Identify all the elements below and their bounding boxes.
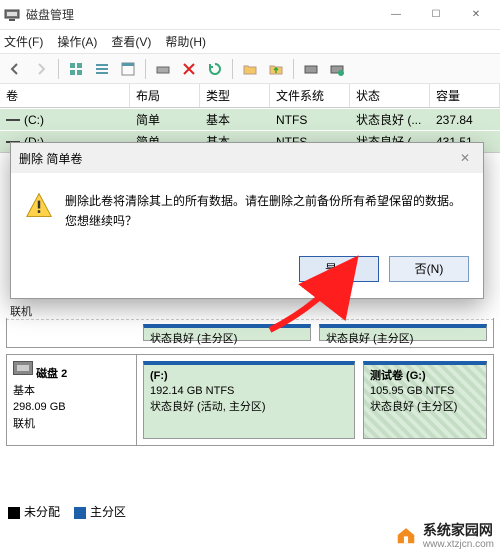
disk-row: 磁盘 2 基本 298.09 GB 联机 (F:) 192.14 GB NTFS… bbox=[6, 354, 494, 446]
partition-box[interactable]: 状态良好 (主分区) bbox=[143, 324, 311, 341]
maximize-button[interactable]: ☐ bbox=[416, 1, 456, 29]
warning-icon bbox=[25, 191, 53, 219]
properties-icon[interactable] bbox=[152, 58, 174, 80]
partition-box[interactable]: 状态良好 (主分区) bbox=[319, 324, 487, 341]
dialog-no-button[interactable]: 否(N) bbox=[389, 256, 469, 282]
col-layout[interactable]: 布局 bbox=[130, 84, 200, 107]
column-header-row: 卷 布局 类型 文件系统 状态 容量 bbox=[0, 84, 500, 108]
disk-icon[interactable] bbox=[300, 58, 322, 80]
partition-g[interactable]: 测试卷 (G:) 105.95 GB NTFS 状态良好 (主分区) bbox=[363, 361, 487, 439]
nav-forward-button[interactable] bbox=[30, 58, 52, 80]
dialog-title: 删除 简单卷 bbox=[19, 150, 82, 167]
window-title: 磁盘管理 bbox=[26, 6, 376, 23]
col-filesystem[interactable]: 文件系统 bbox=[270, 84, 350, 107]
volume-row[interactable]: (C:) 简单 基本 NTFS 状态良好 (... 237.84 bbox=[0, 108, 500, 130]
folder-icon[interactable] bbox=[239, 58, 261, 80]
hdd-icon bbox=[13, 361, 33, 375]
toolbar bbox=[0, 54, 500, 84]
col-type[interactable]: 类型 bbox=[200, 84, 270, 107]
col-status[interactable]: 状态 bbox=[350, 84, 430, 107]
delete-icon[interactable] bbox=[178, 58, 200, 80]
watermark-logo-icon bbox=[395, 524, 417, 546]
title-bar: 磁盘管理 — ☐ ✕ bbox=[0, 0, 500, 30]
nav-back-button[interactable] bbox=[4, 58, 26, 80]
view-list-icon[interactable] bbox=[91, 58, 113, 80]
disk-info: 磁盘 2 基本 298.09 GB 联机 bbox=[7, 355, 137, 445]
col-capacity[interactable]: 容量 bbox=[430, 84, 500, 107]
view-detail-icon[interactable] bbox=[117, 58, 139, 80]
legend: 未分配 主分区 bbox=[8, 503, 126, 520]
disk-online-label: 联机 bbox=[10, 303, 500, 319]
menu-view[interactable]: 查看(V) bbox=[111, 33, 151, 50]
col-volume[interactable]: 卷 bbox=[0, 84, 130, 107]
disk-add-icon[interactable] bbox=[326, 58, 348, 80]
delete-volume-dialog: 删除 简单卷 ✕ 删除此卷将清除其上的所有数据。请在删除之前备份所有希望保留的数… bbox=[10, 142, 484, 299]
view-grid-icon[interactable] bbox=[65, 58, 87, 80]
menu-action[interactable]: 操作(A) bbox=[57, 33, 97, 50]
dialog-message: 删除此卷将清除其上的所有数据。请在删除之前备份所有希望保留的数据。您想继续吗？ bbox=[65, 191, 469, 232]
close-button[interactable]: ✕ bbox=[456, 1, 496, 29]
dialog-yes-button[interactable]: 是(Y) bbox=[299, 256, 379, 282]
legend-swatch-primary bbox=[74, 507, 86, 519]
menu-help[interactable]: 帮助(H) bbox=[165, 33, 206, 50]
dialog-title-bar: 删除 简单卷 ✕ bbox=[11, 143, 483, 173]
folder-up-icon[interactable] bbox=[265, 58, 287, 80]
menu-bar: 文件(F) 操作(A) 查看(V) 帮助(H) bbox=[0, 30, 500, 54]
dialog-close-button[interactable]: ✕ bbox=[455, 148, 475, 168]
app-icon bbox=[4, 7, 20, 23]
disk-row-partial: 状态良好 (主分区) 状态良好 (主分区) bbox=[6, 318, 494, 348]
watermark: 系统家园网 www.xtzjcn.com bbox=[395, 520, 494, 550]
partition-f[interactable]: (F:) 192.14 GB NTFS 状态良好 (活动, 主分区) bbox=[143, 361, 355, 439]
menu-file[interactable]: 文件(F) bbox=[4, 33, 43, 50]
refresh-icon[interactable] bbox=[204, 58, 226, 80]
legend-swatch-unallocated bbox=[8, 507, 20, 519]
minimize-button[interactable]: — bbox=[376, 1, 416, 29]
